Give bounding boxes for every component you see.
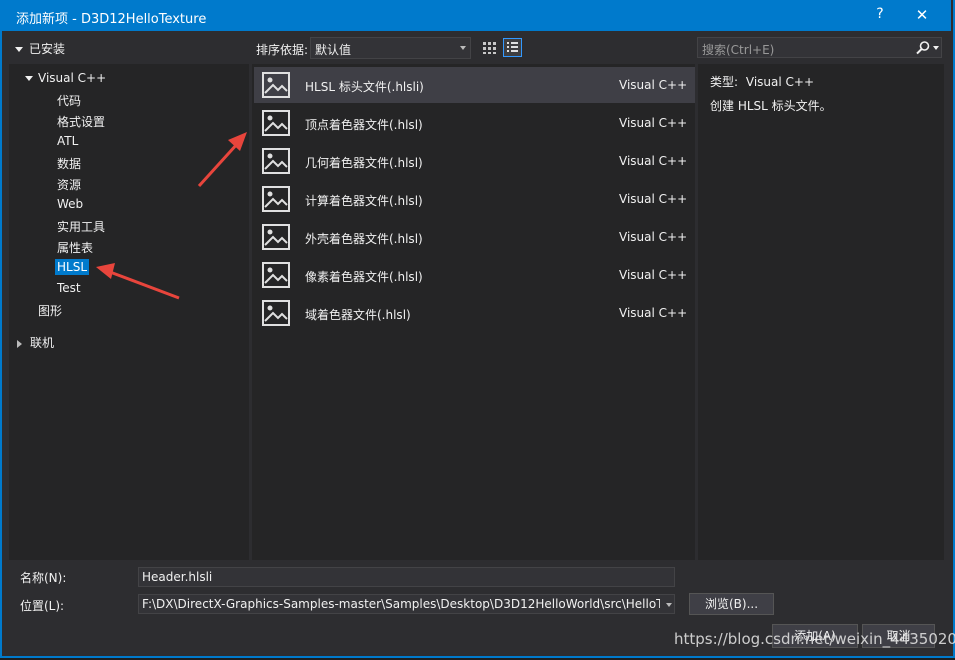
template-row[interactable]: HLSL 标头文件(.hlsli) Visual C++ xyxy=(254,67,695,103)
template-language: Visual C++ xyxy=(619,154,688,168)
tree-item-label: Visual C++ xyxy=(38,71,107,85)
chevron-down-icon[interactable] xyxy=(933,46,939,50)
window-title: 添加新项 - D3D12HelloTexture xyxy=(16,12,207,27)
list-view-button[interactable] xyxy=(503,38,522,57)
file-image-icon xyxy=(262,300,290,326)
template-language: Visual C++ xyxy=(619,192,688,206)
grid-view-icon xyxy=(483,42,496,54)
file-image-icon xyxy=(262,72,290,98)
tree-item-formatting[interactable]: 格式设置 xyxy=(57,113,105,130)
tree-item-graphics[interactable]: 图形 xyxy=(38,302,62,319)
detail-type-value: Visual C++ xyxy=(745,75,815,89)
template-language: Visual C++ xyxy=(619,78,688,92)
name-label: 名称(N): xyxy=(20,571,67,585)
template-row[interactable]: 域着色器文件(.hlsl) Visual C++ xyxy=(254,295,695,331)
file-image-icon xyxy=(262,110,290,136)
help-button[interactable]: ? xyxy=(872,6,888,24)
tree-item-label: 联机 xyxy=(30,336,55,350)
name-value: Header.hlsli xyxy=(142,570,213,584)
location-label: 位置(L): xyxy=(20,599,65,613)
template-details-panel xyxy=(698,64,944,560)
template-name: 像素着色器文件(.hlsl) xyxy=(305,270,423,284)
file-image-icon xyxy=(262,262,290,288)
template-name: 域着色器文件(.hlsl) xyxy=(305,308,411,322)
sort-by-value: 默认值 xyxy=(315,43,352,57)
sort-by-dropdown[interactable]: 默认值 xyxy=(310,37,471,59)
list-view-icon xyxy=(507,42,518,52)
file-image-icon xyxy=(262,186,290,212)
search-placeholder: 搜索(Ctrl+E) xyxy=(702,43,775,57)
template-row[interactable]: 几何着色器文件(.hlsl) Visual C++ xyxy=(254,143,695,179)
chevron-down-icon[interactable] xyxy=(666,603,672,607)
template-language: Visual C++ xyxy=(619,230,688,244)
expand-right-icon xyxy=(17,339,22,348)
tree-item-utilities[interactable]: 实用工具 xyxy=(57,218,105,235)
installed-section-header[interactable]: 已安装 xyxy=(15,40,65,57)
file-image-icon xyxy=(262,224,290,250)
detail-type: 类型: Visual C++ xyxy=(710,73,814,90)
template-name: 几何着色器文件(.hlsl) xyxy=(305,156,423,170)
watermark: https://blog.csdn.net/weixin_44350205 xyxy=(674,630,955,648)
file-image-icon xyxy=(262,148,290,174)
tree-item-resources[interactable]: 资源 xyxy=(57,176,81,193)
template-language: Visual C++ xyxy=(619,306,688,320)
template-language: Visual C++ xyxy=(619,116,688,130)
template-row[interactable]: 像素着色器文件(.hlsl) Visual C++ xyxy=(254,257,695,293)
tree-item-code[interactable]: 代码 xyxy=(57,92,81,109)
template-row[interactable]: 顶点着色器文件(.hlsl) Visual C++ xyxy=(254,105,695,141)
close-button[interactable]: ✕ xyxy=(912,6,932,24)
detail-type-label: 类型: xyxy=(710,75,739,89)
installed-label: 已安装 xyxy=(29,42,66,56)
detail-description: 创建 HLSL 标头文件。 xyxy=(710,99,832,113)
expand-down-icon xyxy=(15,47,23,52)
tree-item-test[interactable]: Test xyxy=(57,281,81,295)
location-combobox[interactable]: F:\DX\DirectX-Graphics-Samples-master\Sa… xyxy=(138,594,675,614)
tree-item-atl[interactable]: ATL xyxy=(57,134,78,148)
grid-view-button[interactable] xyxy=(480,38,499,57)
tree-item-visual-cpp[interactable]: Visual C++ xyxy=(25,71,106,85)
template-row[interactable]: 外壳着色器文件(.hlsl) Visual C++ xyxy=(254,219,695,255)
tree-item-hlsl[interactable]: HLSL xyxy=(55,259,90,275)
template-name: 外壳着色器文件(.hlsl) xyxy=(305,232,423,246)
tree-item-web[interactable]: Web xyxy=(57,197,83,211)
tree-item-property-sheets[interactable]: 属性表 xyxy=(57,239,93,256)
chevron-down-icon xyxy=(460,46,466,50)
search-icon[interactable] xyxy=(915,40,931,56)
expand-down-icon xyxy=(25,76,33,81)
template-language: Visual C++ xyxy=(619,268,688,282)
name-input[interactable]: Header.hlsli xyxy=(138,567,675,587)
template-name: HLSL 标头文件(.hlsli) xyxy=(305,80,424,94)
sort-by-label: 排序依据: xyxy=(256,43,309,57)
location-value: F:\DX\DirectX-Graphics-Samples-master\Sa… xyxy=(142,597,660,611)
tree-item-data[interactable]: 数据 xyxy=(57,155,81,172)
template-row[interactable]: 计算着色器文件(.hlsl) Visual C++ xyxy=(254,181,695,217)
template-name: 顶点着色器文件(.hlsl) xyxy=(305,118,423,132)
template-name: 计算着色器文件(.hlsl) xyxy=(305,194,423,208)
tree-item-online[interactable]: 联机 xyxy=(17,334,54,351)
browse-button[interactable]: 浏览(B)... xyxy=(689,593,774,615)
search-input[interactable]: 搜索(Ctrl+E) xyxy=(697,37,942,58)
